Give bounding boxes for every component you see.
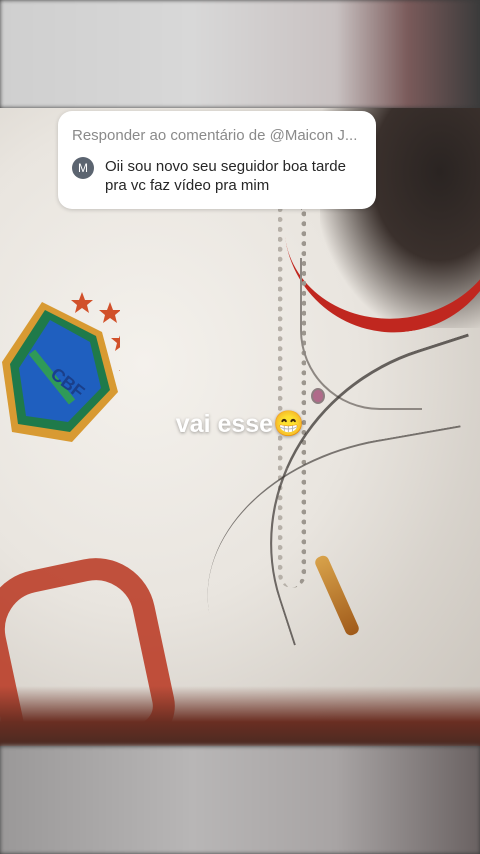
- reply-header: Responder ao comentário de @Maicon J...: [72, 127, 358, 144]
- video-caption: vai esse😁: [0, 410, 480, 439]
- grin-emoji-icon: 😁: [273, 410, 305, 438]
- reply-comment-sticker[interactable]: Responder ao comentário de @Maicon J... …: [58, 111, 376, 209]
- caption-text: vai esse: [175, 410, 274, 438]
- bottom-shadow: [0, 686, 480, 746]
- comment-text: Oii sou novo seu seguidor boa tarde pra …: [105, 158, 346, 194]
- hair-strands-lower: [184, 425, 480, 673]
- top-blur-background: [0, 0, 480, 108]
- necklace-pendant: [311, 388, 325, 404]
- bottom-blur-background: [0, 746, 480, 854]
- commenter-avatar[interactable]: M: [72, 157, 94, 179]
